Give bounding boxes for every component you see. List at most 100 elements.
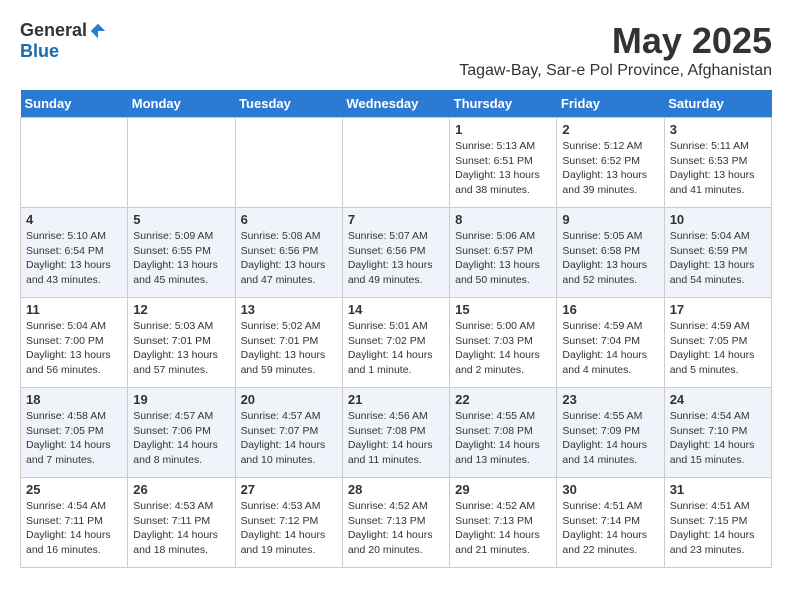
day-number: 3	[670, 122, 766, 137]
day-number: 15	[455, 302, 551, 317]
day-number: 13	[241, 302, 337, 317]
day-number: 28	[348, 482, 444, 497]
day-number: 2	[562, 122, 658, 137]
calendar-cell: 4 Sunrise: 5:10 AM Sunset: 6:54 PM Daylig…	[21, 208, 128, 298]
calendar-cell: 20 Sunrise: 4:57 AM Sunset: 7:07 PM Dayli…	[235, 388, 342, 478]
day-number: 4	[26, 212, 122, 227]
calendar-cell: 2 Sunrise: 5:12 AM Sunset: 6:52 PM Daylig…	[557, 118, 664, 208]
logo-blue-text: Blue	[20, 41, 59, 62]
calendar-cell: 5Sunrise: 5:09 AM Sunset: 6:55 PM Daylig…	[128, 208, 235, 298]
day-detail: Sunrise: 5:05 AM Sunset: 6:58 PM Dayligh…	[562, 229, 658, 288]
day-detail: Sunrise: 4:51 AM Sunset: 7:14 PM Dayligh…	[562, 499, 658, 558]
day-detail: Sunrise: 5:13 AM Sunset: 6:51 PM Dayligh…	[455, 139, 551, 198]
day-detail: Sunrise: 4:52 AM Sunset: 7:13 PM Dayligh…	[348, 499, 444, 558]
weekday-header-monday: Monday	[128, 90, 235, 118]
calendar-cell: 10 Sunrise: 5:04 AM Sunset: 6:59 PM Dayli…	[664, 208, 771, 298]
day-number: 24	[670, 392, 766, 407]
weekday-header-sunday: Sunday	[21, 90, 128, 118]
day-number: 29	[455, 482, 551, 497]
day-number: 19	[133, 392, 229, 407]
calendar-cell	[235, 118, 342, 208]
weekday-header-row: SundayMondayTuesdayWednesdayThursdayFrid…	[21, 90, 772, 118]
month-title: May 2025	[459, 20, 772, 62]
weekday-header-tuesday: Tuesday	[235, 90, 342, 118]
day-detail: Sunrise: 5:09 AM Sunset: 6:55 PM Dayligh…	[133, 229, 229, 288]
logo-icon	[89, 22, 107, 40]
day-number: 9	[562, 212, 658, 227]
calendar-cell: 28 Sunrise: 4:52 AM Sunset: 7:13 PM Dayli…	[342, 478, 449, 568]
day-number: 11	[26, 302, 122, 317]
day-detail: Sunrise: 5:01 AM Sunset: 7:02 PM Dayligh…	[348, 319, 444, 378]
calendar-cell: 1 Sunrise: 5:13 AM Sunset: 6:51 PM Daylig…	[450, 118, 557, 208]
title-section: May 2025 Tagaw-Bay, Sar-e Pol Province, …	[459, 20, 772, 80]
calendar-week-row: 4 Sunrise: 5:10 AM Sunset: 6:54 PM Daylig…	[21, 208, 772, 298]
day-detail: Sunrise: 4:58 AM Sunset: 7:05 PM Dayligh…	[26, 409, 122, 468]
calendar-cell: 24Sunrise: 4:54 AM Sunset: 7:10 PM Dayli…	[664, 388, 771, 478]
weekday-header-thursday: Thursday	[450, 90, 557, 118]
day-detail: Sunrise: 5:04 AM Sunset: 6:59 PM Dayligh…	[670, 229, 766, 288]
calendar-cell: 6 Sunrise: 5:08 AM Sunset: 6:56 PM Daylig…	[235, 208, 342, 298]
day-detail: Sunrise: 5:04 AM Sunset: 7:00 PM Dayligh…	[26, 319, 122, 378]
calendar-cell: 12 Sunrise: 5:03 AM Sunset: 7:01 PM Dayli…	[128, 298, 235, 388]
location-title: Tagaw-Bay, Sar-e Pol Province, Afghanist…	[459, 62, 772, 80]
calendar-cell: 8 Sunrise: 5:06 AM Sunset: 6:57 PM Daylig…	[450, 208, 557, 298]
day-number: 12	[133, 302, 229, 317]
day-detail: Sunrise: 5:12 AM Sunset: 6:52 PM Dayligh…	[562, 139, 658, 198]
day-detail: Sunrise: 5:10 AM Sunset: 6:54 PM Dayligh…	[26, 229, 122, 288]
day-detail: Sunrise: 4:55 AM Sunset: 7:08 PM Dayligh…	[455, 409, 551, 468]
day-detail: Sunrise: 4:52 AM Sunset: 7:13 PM Dayligh…	[455, 499, 551, 558]
calendar-cell: 26Sunrise: 4:53 AM Sunset: 7:11 PM Dayli…	[128, 478, 235, 568]
day-number: 20	[241, 392, 337, 407]
calendar-cell: 30 Sunrise: 4:51 AM Sunset: 7:14 PM Dayli…	[557, 478, 664, 568]
day-number: 10	[670, 212, 766, 227]
calendar-cell: 31 Sunrise: 4:51 AM Sunset: 7:15 PM Dayli…	[664, 478, 771, 568]
day-detail: Sunrise: 4:59 AM Sunset: 7:05 PM Dayligh…	[670, 319, 766, 378]
calendar-table: SundayMondayTuesdayWednesdayThursdayFrid…	[20, 90, 772, 568]
day-detail: Sunrise: 4:57 AM Sunset: 7:07 PM Dayligh…	[241, 409, 337, 468]
calendar-cell: 13 Sunrise: 5:02 AM Sunset: 7:01 PM Dayli…	[235, 298, 342, 388]
day-number: 17	[670, 302, 766, 317]
calendar-cell: 16 Sunrise: 4:59 AM Sunset: 7:04 PM Dayli…	[557, 298, 664, 388]
day-detail: Sunrise: 4:57 AM Sunset: 7:06 PM Dayligh…	[133, 409, 229, 468]
day-detail: Sunrise: 4:51 AM Sunset: 7:15 PM Dayligh…	[670, 499, 766, 558]
weekday-header-friday: Friday	[557, 90, 664, 118]
calendar-cell: 29 Sunrise: 4:52 AM Sunset: 7:13 PM Dayli…	[450, 478, 557, 568]
day-detail: Sunrise: 5:02 AM Sunset: 7:01 PM Dayligh…	[241, 319, 337, 378]
calendar-week-row: 1 Sunrise: 5:13 AM Sunset: 6:51 PM Daylig…	[21, 118, 772, 208]
calendar-cell: 23 Sunrise: 4:55 AM Sunset: 7:09 PM Dayli…	[557, 388, 664, 478]
calendar-cell: 9 Sunrise: 5:05 AM Sunset: 6:58 PM Daylig…	[557, 208, 664, 298]
day-number: 16	[562, 302, 658, 317]
day-detail: Sunrise: 4:59 AM Sunset: 7:04 PM Dayligh…	[562, 319, 658, 378]
day-detail: Sunrise: 5:06 AM Sunset: 6:57 PM Dayligh…	[455, 229, 551, 288]
day-detail: Sunrise: 5:08 AM Sunset: 6:56 PM Dayligh…	[241, 229, 337, 288]
calendar-week-row: 11 Sunrise: 5:04 AM Sunset: 7:00 PM Dayli…	[21, 298, 772, 388]
calendar-week-row: 25Sunrise: 4:54 AM Sunset: 7:11 PM Dayli…	[21, 478, 772, 568]
calendar-cell: 22 Sunrise: 4:55 AM Sunset: 7:08 PM Dayli…	[450, 388, 557, 478]
weekday-header-wednesday: Wednesday	[342, 90, 449, 118]
day-number: 14	[348, 302, 444, 317]
day-number: 21	[348, 392, 444, 407]
calendar-cell: 17 Sunrise: 4:59 AM Sunset: 7:05 PM Dayli…	[664, 298, 771, 388]
day-number: 23	[562, 392, 658, 407]
calendar-cell: 21Sunrise: 4:56 AM Sunset: 7:08 PM Dayli…	[342, 388, 449, 478]
day-number: 1	[455, 122, 551, 137]
logo: General Blue	[20, 20, 107, 62]
calendar-cell: 18Sunrise: 4:58 AM Sunset: 7:05 PM Dayli…	[21, 388, 128, 478]
day-number: 31	[670, 482, 766, 497]
day-number: 22	[455, 392, 551, 407]
page-header: General Blue May 2025 Tagaw-Bay, Sar-e P…	[20, 20, 772, 80]
calendar-cell: 27Sunrise: 4:53 AM Sunset: 7:12 PM Dayli…	[235, 478, 342, 568]
weekday-header-saturday: Saturday	[664, 90, 771, 118]
calendar-cell: 19 Sunrise: 4:57 AM Sunset: 7:06 PM Dayli…	[128, 388, 235, 478]
day-detail: Sunrise: 5:03 AM Sunset: 7:01 PM Dayligh…	[133, 319, 229, 378]
day-detail: Sunrise: 5:00 AM Sunset: 7:03 PM Dayligh…	[455, 319, 551, 378]
day-number: 8	[455, 212, 551, 227]
calendar-cell: 14 Sunrise: 5:01 AM Sunset: 7:02 PM Dayli…	[342, 298, 449, 388]
day-detail: Sunrise: 4:55 AM Sunset: 7:09 PM Dayligh…	[562, 409, 658, 468]
day-detail: Sunrise: 4:53 AM Sunset: 7:11 PM Dayligh…	[133, 499, 229, 558]
calendar-cell	[342, 118, 449, 208]
calendar-cell: 25Sunrise: 4:54 AM Sunset: 7:11 PM Dayli…	[21, 478, 128, 568]
day-number: 6	[241, 212, 337, 227]
day-number: 30	[562, 482, 658, 497]
day-number: 7	[348, 212, 444, 227]
